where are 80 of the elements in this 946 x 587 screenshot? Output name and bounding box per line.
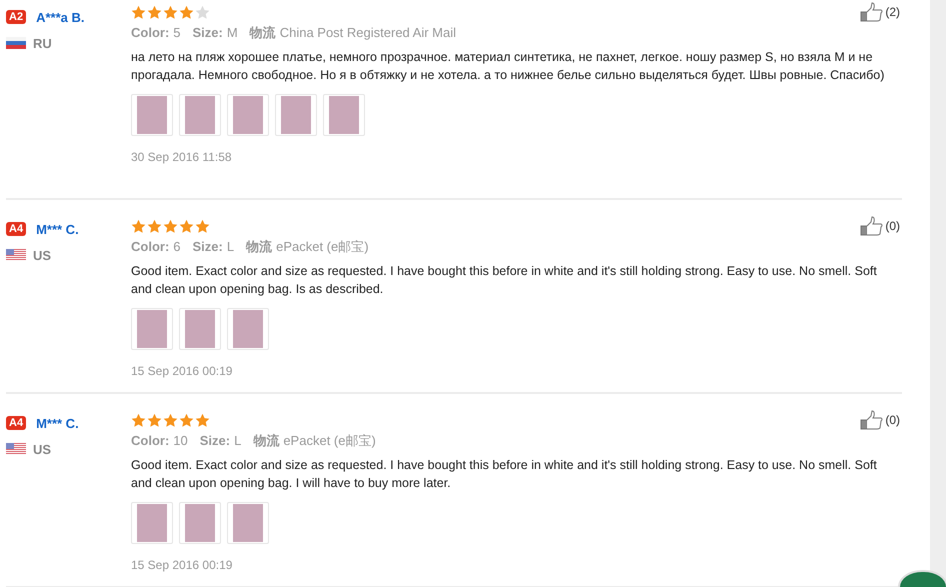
shipping-value: ePacket (e邮宝) bbox=[276, 238, 369, 256]
size-label: Size: bbox=[200, 433, 230, 448]
star-icon bbox=[163, 412, 178, 428]
star-icon bbox=[195, 218, 210, 234]
star-icon bbox=[147, 4, 162, 20]
helpful-count: (0) bbox=[885, 413, 900, 427]
photo-thumbnail[interactable] bbox=[179, 94, 221, 136]
color-label: Color: bbox=[131, 239, 170, 254]
size-label: Size: bbox=[192, 25, 223, 40]
review-date: 15 Sep 2016 00:19 bbox=[131, 364, 234, 378]
photo-thumbnail[interactable] bbox=[275, 94, 317, 136]
photo-thumbnail[interactable] bbox=[131, 502, 173, 544]
star-icon bbox=[163, 4, 178, 20]
flag-icon bbox=[6, 37, 26, 49]
shipping-label: 物流 bbox=[253, 432, 280, 450]
user-name: M*** C. bbox=[36, 222, 79, 236]
review-date: 30 Sep 2016 11:58 bbox=[131, 150, 233, 164]
country-code: US bbox=[33, 248, 52, 262]
photo-thumbnail[interactable] bbox=[227, 308, 269, 350]
size-value: M bbox=[226, 25, 238, 40]
thumbs-up-icon[interactable] bbox=[860, 410, 884, 430]
star-icon bbox=[179, 4, 194, 20]
helpful-count: (2) bbox=[885, 5, 900, 19]
size-value: L bbox=[234, 433, 242, 448]
photo-placeholder bbox=[233, 504, 263, 542]
thumbs-up-icon[interactable] bbox=[860, 216, 884, 236]
star-icon bbox=[131, 218, 146, 234]
thumbs-up-icon[interactable] bbox=[860, 2, 884, 22]
level-badge: A4 bbox=[6, 222, 26, 236]
photo-placeholder bbox=[185, 310, 215, 348]
star-icon bbox=[131, 412, 146, 428]
photo-placeholder bbox=[329, 96, 359, 134]
star-icon bbox=[163, 218, 178, 234]
star-icon bbox=[195, 412, 210, 428]
star-icon bbox=[131, 4, 146, 20]
star-icon bbox=[179, 412, 194, 428]
flag-icon bbox=[6, 443, 26, 455]
color-value: 10 bbox=[173, 433, 188, 448]
star-icon bbox=[179, 218, 194, 234]
photo-placeholder bbox=[233, 310, 263, 348]
size-label: Size: bbox=[192, 239, 223, 254]
star-icon bbox=[195, 4, 210, 20]
review-date: 15 Sep 2016 00:19 bbox=[131, 558, 234, 572]
review-text: на лето на пляж хорошее платье, немного прозрачное. материал синтетика, не пахнет, легкое. ношу размер S, но взяла M и не прогадала. Немного свободное. Но я в обтяжку и не хотела. а то нижнее белье сильно выделяться будет. Швы ровные. Спасибо) bbox=[131, 49, 886, 84]
flag-icon bbox=[6, 249, 26, 261]
photo-thumbnail[interactable] bbox=[131, 94, 173, 136]
user-name: M*** C. bbox=[36, 416, 79, 430]
star-icon bbox=[147, 218, 162, 234]
photo-placeholder bbox=[281, 96, 311, 134]
level-badge: A4 bbox=[6, 416, 26, 430]
photo-placeholder bbox=[137, 310, 167, 348]
photo-thumbnail[interactable] bbox=[179, 308, 221, 350]
color-label: Color: bbox=[131, 25, 170, 40]
color-value: 6 bbox=[173, 239, 181, 254]
photo-placeholder bbox=[185, 96, 215, 134]
photo-placeholder bbox=[137, 504, 167, 542]
photo-thumbnail[interactable] bbox=[323, 94, 365, 136]
photo-placeholder bbox=[137, 96, 167, 134]
level-badge: A2 bbox=[6, 10, 26, 24]
color-value: 5 bbox=[173, 25, 181, 40]
size-value: L bbox=[226, 239, 234, 254]
photo-placeholder bbox=[185, 504, 215, 542]
shipping-label: 物流 bbox=[246, 238, 272, 256]
photo-thumbnail[interactable] bbox=[131, 308, 173, 350]
country-code: RU bbox=[33, 36, 52, 50]
photo-placeholder bbox=[233, 96, 263, 134]
review-text: Good item. Exact color and size as requested. I have bought this before in white and it's still holding strong. Easy to use. No smell. Soft and clean upon opening bag. Is as described. bbox=[131, 263, 878, 298]
color-label: Color: bbox=[131, 433, 170, 448]
helpful-count: (0) bbox=[885, 219, 900, 233]
shipping-value: ePacket (e邮宝) bbox=[283, 432, 376, 450]
photo-thumbnail[interactable] bbox=[227, 502, 269, 544]
star-icon bbox=[147, 412, 162, 428]
country-code: US bbox=[33, 442, 52, 456]
user-name: A***a B. bbox=[36, 10, 84, 24]
photo-thumbnail[interactable] bbox=[179, 502, 221, 544]
floating-button[interactable] bbox=[898, 570, 946, 587]
review-text: Good item. Exact color and size as requested. I have bought this before in white and it's still holding strong. Easy to use. No smell. Soft and clean upon opening bag. I will have to buy more later. bbox=[131, 457, 878, 492]
shipping-value: China Post Registered Air Mail bbox=[280, 25, 456, 40]
shipping-label: 物流 bbox=[250, 24, 276, 42]
photo-thumbnail[interactable] bbox=[227, 94, 269, 136]
